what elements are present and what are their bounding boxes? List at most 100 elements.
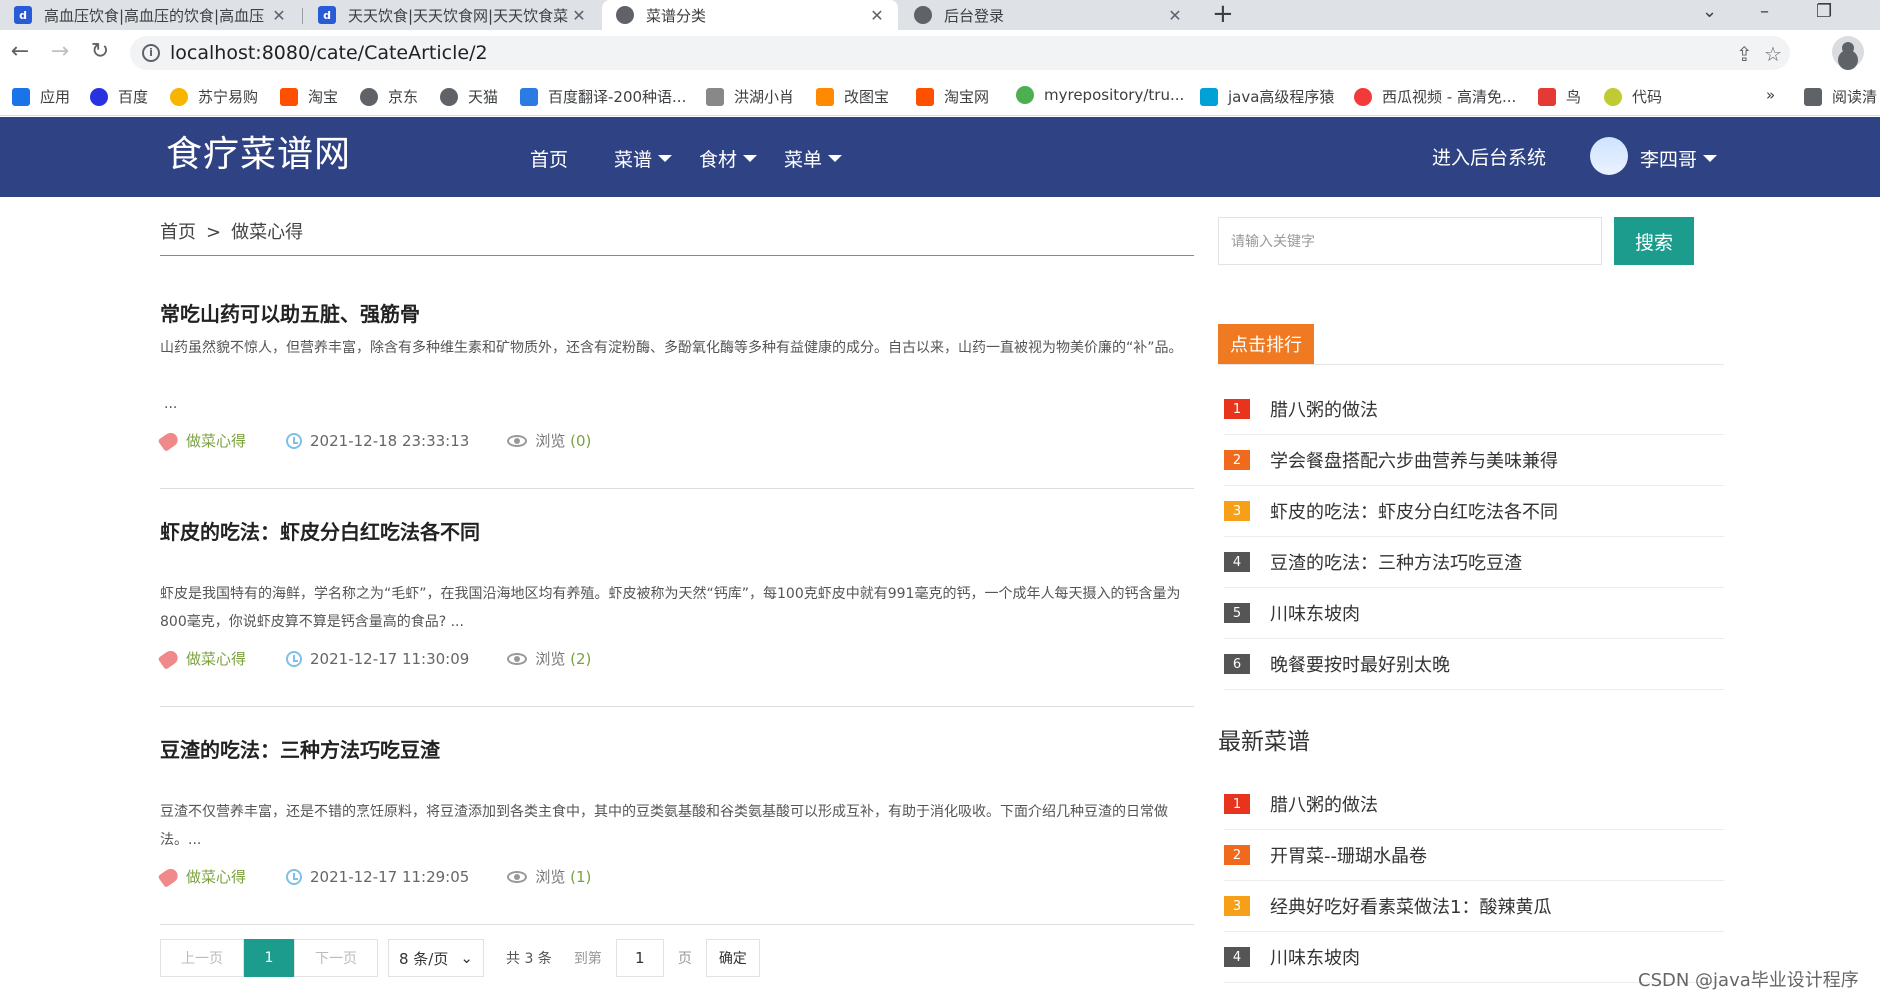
click-rank-item[interactable]: 1 腊八粥的做法 bbox=[1224, 384, 1724, 435]
close-tab-icon[interactable]: ✕ bbox=[1166, 6, 1184, 25]
article-category[interactable]: 做菜心得 bbox=[186, 430, 246, 451]
user-avatar[interactable] bbox=[1590, 137, 1628, 175]
bookmark-taobao[interactable]: 淘宝 bbox=[280, 86, 338, 107]
profile-avatar-icon[interactable] bbox=[1832, 36, 1864, 68]
bookmark-jd[interactable]: 京东 bbox=[360, 86, 418, 107]
bookmark-myrepository[interactable]: myrepository/tru... bbox=[1016, 86, 1184, 104]
tab-title: 天天饮食|天天饮食网|天天饮食菜 bbox=[348, 6, 569, 25]
browser-tab-4[interactable]: 后台登录 ✕ bbox=[900, 0, 1196, 30]
goto-page-input[interactable]: 1 bbox=[615, 939, 664, 977]
back-arrow-icon[interactable]: ← bbox=[8, 40, 32, 64]
click-rank-item[interactable]: 3 虾皮的吃法：虾皮分白红吃法各不同 bbox=[1224, 486, 1724, 537]
bookmark-star-icon[interactable]: ☆ bbox=[1764, 42, 1782, 66]
click-rank-item[interactable]: 4 豆渣的吃法：三种方法巧吃豆渣 bbox=[1224, 537, 1724, 588]
click-rank-title[interactable]: 腊八粥的做法 bbox=[1270, 396, 1378, 422]
latest-recipe-item[interactable]: 3 经典好吃好看素菜做法1：酸辣黄瓜 bbox=[1224, 881, 1724, 932]
bookmark-tmall[interactable]: 天猫 bbox=[440, 86, 498, 107]
bookmark-honghu[interactable]: 洪湖小肖 bbox=[706, 86, 794, 107]
browser-tab-3-active[interactable]: 菜谱分类 ✕ bbox=[602, 0, 898, 30]
search-input[interactable]: 请输入关键字 bbox=[1218, 217, 1602, 265]
bookmark-baidu-translate[interactable]: 百度翻译-200种语... bbox=[520, 86, 686, 107]
admin-link[interactable]: 进入后台系统 bbox=[1432, 143, 1546, 170]
article-divider bbox=[160, 488, 1194, 489]
latest-recipe-item[interactable]: 1 腊八粥的做法 bbox=[1224, 779, 1724, 830]
forward-arrow-icon[interactable]: → bbox=[48, 40, 72, 64]
close-tab-icon[interactable]: ✕ bbox=[868, 6, 886, 25]
reload-icon[interactable]: ↻ bbox=[88, 40, 112, 64]
bookmark-label: 淘宝 bbox=[308, 88, 339, 106]
latest-recipe-title[interactable]: 腊八粥的做法 bbox=[1270, 791, 1378, 817]
goto-confirm-button[interactable]: 确定 bbox=[705, 939, 760, 977]
click-rank-item[interactable]: 2 学会餐盘搭配六步曲营养与美味兼得 bbox=[1224, 435, 1724, 486]
tab-search-chevron-icon[interactable]: ⌄ bbox=[1702, 0, 1717, 30]
url-text[interactable]: localhost:8080/cate/CateArticle/2 bbox=[170, 42, 488, 64]
bookmark-java[interactable]: java高级程序猿 bbox=[1200, 86, 1334, 107]
bookmark-label: 西瓜视频 - 高清免... bbox=[1382, 88, 1517, 106]
globe-icon bbox=[616, 6, 634, 24]
current-page-button[interactable]: 1 bbox=[244, 939, 294, 977]
nav-label: 食材 bbox=[699, 149, 738, 171]
share-icon[interactable]: ⇪ bbox=[1736, 42, 1753, 66]
caret-down-icon bbox=[658, 155, 673, 162]
search-button[interactable]: 搜索 bbox=[1614, 217, 1694, 265]
click-rank-title[interactable]: 虾皮的吃法：虾皮分白红吃法各不同 bbox=[1270, 498, 1558, 524]
click-rank-title[interactable]: 学会餐盘搭配六步曲营养与美味兼得 bbox=[1270, 447, 1558, 473]
latest-recipe-title[interactable]: 川味东坡肉 bbox=[1270, 944, 1360, 970]
nav-menus[interactable]: 菜单 bbox=[784, 145, 843, 172]
article-meta: 做菜心得 2021-12-17 11:29:05 浏览 (1) bbox=[157, 865, 591, 888]
bookmark-label: 天猫 bbox=[468, 88, 499, 106]
bird-icon bbox=[1538, 87, 1556, 106]
breadcrumb-separator: > bbox=[206, 222, 222, 243]
site-header: 食疗菜谱网 首页 菜谱 食材 菜单 进入后台系统 李四哥 bbox=[0, 117, 1880, 197]
prev-page-button[interactable]: 上一页 bbox=[160, 939, 244, 977]
site-info-icon[interactable]: i bbox=[142, 44, 160, 62]
article-category[interactable]: 做菜心得 bbox=[186, 866, 246, 887]
minimize-icon[interactable]: – bbox=[1760, 0, 1769, 30]
close-tab-icon[interactable]: ✕ bbox=[570, 6, 588, 25]
browser-tab-2[interactable]: d 天天饮食|天天饮食网|天天饮食菜 ✕ bbox=[304, 0, 600, 30]
click-rank-title[interactable]: 晚餐要按时最好别太晚 bbox=[1270, 651, 1450, 677]
bookmark-suning[interactable]: 苏宁易购 bbox=[170, 86, 258, 107]
latest-recipe-title[interactable]: 经典好吃好看素菜做法1：酸辣黄瓜 bbox=[1270, 893, 1551, 919]
bookmark-taobao-net[interactable]: 淘宝网 bbox=[916, 86, 989, 107]
bookmark-apps[interactable]: 应用 bbox=[12, 86, 70, 107]
bookmark-baidu[interactable]: 百度 bbox=[90, 86, 148, 107]
bookmark-niao[interactable]: 鸟 bbox=[1538, 86, 1581, 107]
bookmark-gaitubao[interactable]: 改图宝 bbox=[816, 86, 889, 107]
tag-icon bbox=[157, 429, 181, 452]
click-rank-item[interactable]: 6 晚餐要按时最好别太晚 bbox=[1224, 639, 1724, 690]
restore-icon[interactable]: ❐ bbox=[1816, 0, 1832, 30]
browser-tab-1[interactable]: d 高血压饮食|高血压的饮食|高血压 ✕ bbox=[0, 0, 300, 30]
site-favicon-icon: d bbox=[14, 6, 32, 24]
breadcrumb-home[interactable]: 首页 bbox=[160, 222, 196, 243]
article-title[interactable]: 豆渣的吃法：三种方法巧吃豆渣 bbox=[160, 734, 1194, 763]
nav-home[interactable]: 首页 bbox=[530, 145, 568, 172]
bookmark-label: 苏宁易购 bbox=[198, 88, 259, 106]
omnibox[interactable]: i localhost:8080/cate/CateArticle/2 ⇪ ☆ bbox=[130, 36, 1790, 70]
article-category[interactable]: 做菜心得 bbox=[186, 648, 246, 669]
click-rank-title[interactable]: 豆渣的吃法：三种方法巧吃豆渣 bbox=[1270, 549, 1522, 575]
site-logo[interactable]: 食疗菜谱网 bbox=[166, 125, 351, 177]
new-tab-plus-icon[interactable]: + bbox=[1212, 0, 1234, 30]
nav-recipes[interactable]: 菜谱 bbox=[614, 145, 673, 172]
bookmark-xigua[interactable]: 西瓜视频 - 高清免... bbox=[1354, 86, 1516, 107]
article-title[interactable]: 常吃山药可以助五脏、强筋骨 bbox=[160, 298, 1194, 327]
per-page-select[interactable]: 8 条/页 ⌄ bbox=[388, 939, 484, 977]
rank-divider bbox=[1218, 364, 1724, 365]
xigua-play-icon bbox=[1354, 87, 1372, 106]
tab-separator bbox=[302, 8, 303, 24]
click-rank-title[interactable]: 川味东坡肉 bbox=[1270, 600, 1360, 626]
breadcrumb-divider bbox=[160, 255, 1194, 256]
next-page-button[interactable]: 下一页 bbox=[294, 939, 378, 977]
bookmark-daima[interactable]: 代码 bbox=[1604, 86, 1662, 107]
user-menu[interactable]: 李四哥 bbox=[1640, 145, 1718, 172]
article-views: 浏览 (1) bbox=[535, 866, 591, 887]
more-bookmarks-icon[interactable]: » bbox=[1766, 86, 1775, 104]
close-tab-icon[interactable]: ✕ bbox=[270, 6, 288, 25]
click-rank-item[interactable]: 5 川味东坡肉 bbox=[1224, 588, 1724, 639]
latest-recipe-title[interactable]: 开胃菜--珊瑚水晶卷 bbox=[1270, 842, 1427, 868]
bookmark-reading-list[interactable]: 阅读清 bbox=[1804, 86, 1877, 107]
latest-recipe-item[interactable]: 2 开胃菜--珊瑚水晶卷 bbox=[1224, 830, 1724, 881]
article-title[interactable]: 虾皮的吃法：虾皮分白红吃法各不同 bbox=[160, 516, 1194, 545]
nav-ingredients[interactable]: 食材 bbox=[699, 145, 758, 172]
